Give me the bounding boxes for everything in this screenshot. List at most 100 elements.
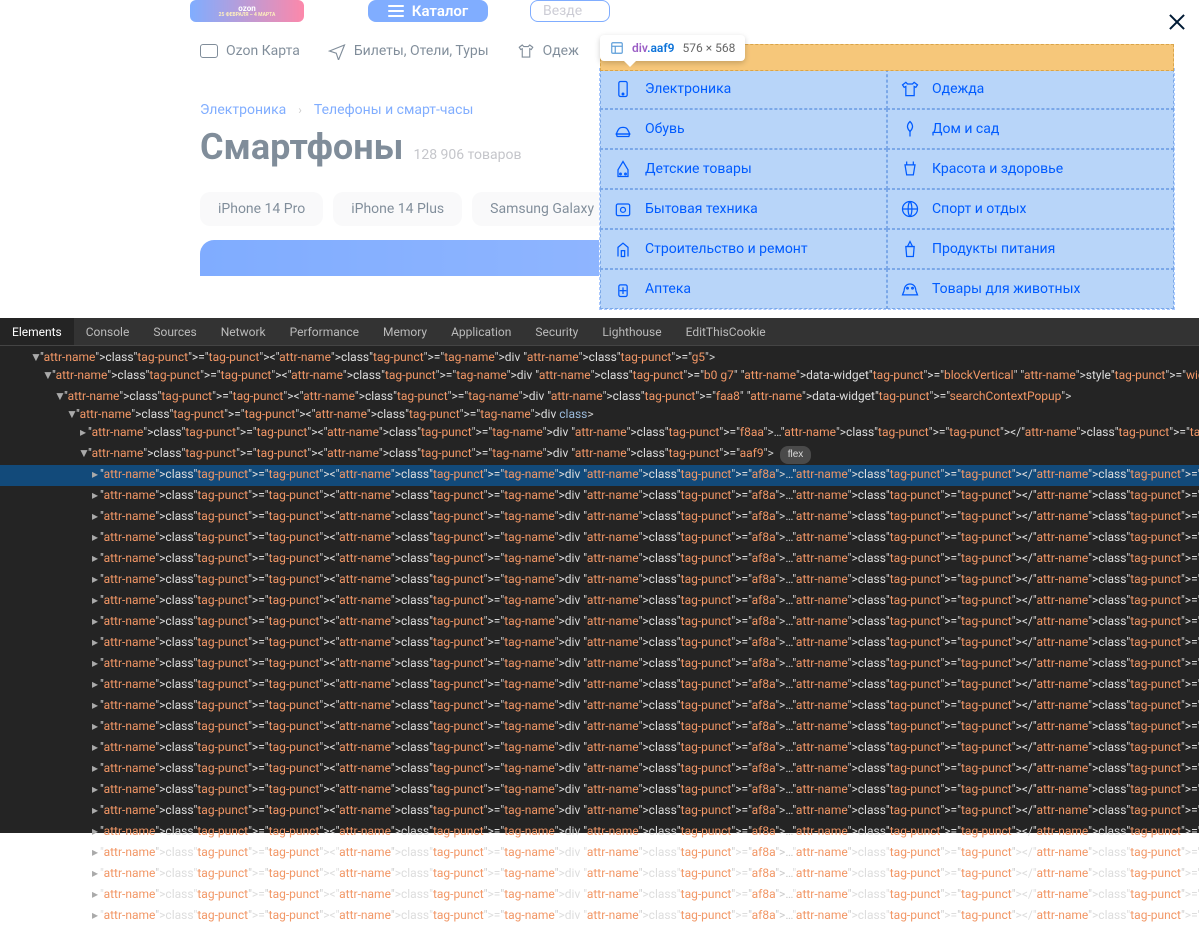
element-tree-row[interactable]: ▸"attr-name">class"tag-punct">="tag-punc… bbox=[0, 717, 1199, 738]
element-tree-row[interactable]: ▸"attr-name">class"tag-punct">="tag-punc… bbox=[0, 549, 1199, 570]
breadcrumb-link[interactable]: Электроника bbox=[200, 102, 286, 118]
category-item[interactable]: Детские товары bbox=[600, 149, 887, 189]
category-item[interactable]: Бытовая техника bbox=[600, 189, 887, 229]
expand-caret-icon[interactable]: ▸ bbox=[90, 508, 100, 524]
expand-caret-icon[interactable]: ▸ bbox=[90, 739, 100, 755]
filter-chip[interactable]: Samsung Galaxy bbox=[472, 192, 612, 226]
element-tree-row[interactable]: ▸"attr-name">class"tag-punct">="tag-punc… bbox=[0, 675, 1199, 696]
element-tree-row[interactable]: ▸"attr-name">class"tag-punct">="tag-punc… bbox=[0, 843, 1199, 864]
close-icon[interactable] bbox=[1167, 12, 1187, 32]
element-tree-row[interactable]: ▸"attr-name">class"tag-punct">="tag-punc… bbox=[0, 696, 1199, 717]
category-item[interactable]: Спорт и отдых bbox=[887, 189, 1174, 229]
category-item[interactable]: Продукты питания bbox=[887, 229, 1174, 269]
expand-caret-icon[interactable]: ▸ bbox=[90, 718, 100, 734]
element-tree-row[interactable]: ▸"attr-name">class"tag-punct">="tag-punc… bbox=[0, 906, 1199, 927]
category-label: Бытовая техника bbox=[645, 201, 758, 217]
expand-caret-icon[interactable]: ▸ bbox=[90, 886, 100, 902]
filter-chip[interactable]: iPhone 14 Pro bbox=[200, 192, 323, 226]
element-tree-row[interactable]: ▸"attr-name">class"tag-punct">="tag-punc… bbox=[0, 885, 1199, 906]
expand-caret-icon[interactable]: ▸ bbox=[90, 760, 100, 776]
filter-chip[interactable]: iPhone 14 Plus bbox=[333, 192, 462, 226]
element-tree-row[interactable]: ▸"attr-name">class"tag-punct">="tag-punc… bbox=[0, 465, 1199, 486]
category-item[interactable]: Строительство и ремонт bbox=[600, 229, 887, 269]
element-tree-row[interactable]: ▸"attr-name">class"tag-punct">="tag-punc… bbox=[0, 486, 1199, 507]
logo-subtext: 25 ФЕВРАЛЯ – 4 МАРТА bbox=[219, 13, 276, 18]
element-tree-row[interactable]: ▼"attr-name">class"tag-punct">="tag-punc… bbox=[0, 348, 1199, 366]
devtools-tab[interactable]: Sources bbox=[141, 318, 208, 345]
element-tree-row[interactable]: ▸"attr-name">class"tag-punct">="tag-punc… bbox=[0, 570, 1199, 591]
element-tree-row[interactable]: ▸"attr-name">class"tag-punct">="tag-punc… bbox=[0, 738, 1199, 759]
element-tree-row[interactable]: ▸"attr-name">class"tag-punct">="tag-punc… bbox=[0, 507, 1199, 528]
category-label: Спорт и отдых bbox=[932, 201, 1027, 217]
catalog-button[interactable]: Каталог bbox=[368, 0, 488, 22]
element-tree-row[interactable]: ▸"attr-name">class"tag-punct">="tag-punc… bbox=[0, 864, 1199, 885]
expand-caret-icon[interactable]: ▸ bbox=[90, 529, 100, 545]
nav-tickets[interactable]: Билеты, Отели, Туры bbox=[328, 42, 489, 60]
element-tree-row[interactable]: ▼"attr-name">class"tag-punct">="tag-punc… bbox=[0, 387, 1199, 405]
element-tree-row[interactable]: ▸"attr-name">class"tag-punct">="tag-punc… bbox=[0, 759, 1199, 780]
category-label: Продукты питания bbox=[932, 241, 1055, 257]
element-tree-row[interactable]: ▸"attr-name">class"tag-punct">="tag-punc… bbox=[0, 528, 1199, 549]
category-item[interactable]: Товары для животных bbox=[887, 269, 1174, 309]
expand-caret-icon[interactable]: ▸ bbox=[90, 802, 100, 818]
expand-caret-icon[interactable]: ▼ bbox=[42, 367, 52, 383]
category-item[interactable]: Электроника bbox=[600, 69, 887, 109]
category-item[interactable]: Аптека bbox=[600, 269, 887, 309]
category-item[interactable]: Красота и здоровье bbox=[887, 149, 1174, 189]
nav-ozon-card[interactable]: Ozon Карта bbox=[200, 43, 300, 59]
devtools-tab[interactable]: Network bbox=[209, 318, 278, 345]
devtools-tab[interactable]: Elements bbox=[0, 318, 74, 345]
expand-caret-icon[interactable]: ▸ bbox=[90, 487, 100, 503]
category-icon bbox=[900, 79, 920, 99]
element-tree-row[interactable]: ▸"attr-name">class"tag-punct">="tag-punc… bbox=[0, 591, 1199, 612]
expand-caret-icon[interactable]: ▸ bbox=[90, 781, 100, 797]
category-icon bbox=[900, 159, 920, 179]
elements-tree[interactable]: ▼"attr-name">class"tag-punct">="tag-punc… bbox=[0, 346, 1199, 929]
expand-caret-icon[interactable]: ▸ bbox=[90, 592, 100, 608]
nav-clothes[interactable]: Одеж bbox=[517, 42, 579, 60]
expand-caret-icon[interactable]: ▸ bbox=[90, 676, 100, 692]
element-tree-row[interactable]: ▸"attr-name">class"tag-punct">="tag-punc… bbox=[0, 612, 1199, 633]
element-tree-row[interactable]: ▸"attr-name">class"tag-punct">="tag-punc… bbox=[0, 654, 1199, 675]
nav-label: Ozon Карта bbox=[226, 43, 300, 59]
site-logo[interactable]: ozon 25 ФЕВРАЛЯ – 4 МАРТА bbox=[190, 0, 304, 22]
category-icon bbox=[613, 79, 633, 99]
devtools-tab[interactable]: EditThisCookie bbox=[674, 318, 778, 345]
card-icon bbox=[200, 44, 218, 58]
expand-caret-icon[interactable]: ▸ bbox=[90, 865, 100, 881]
element-tree-row[interactable]: ▸"attr-name">class"tag-punct">="tag-punc… bbox=[0, 780, 1199, 801]
expand-caret-icon[interactable]: ▸ bbox=[90, 571, 100, 587]
expand-caret-icon[interactable]: ▸ bbox=[90, 613, 100, 629]
category-item[interactable]: Дом и сад bbox=[887, 109, 1174, 149]
category-icon bbox=[613, 279, 633, 299]
expand-caret-icon[interactable]: ▸ bbox=[90, 823, 100, 839]
expand-caret-icon[interactable]: ▼ bbox=[78, 445, 88, 461]
expand-caret-icon[interactable]: ▸ bbox=[90, 907, 100, 923]
category-item[interactable]: Обувь bbox=[600, 109, 887, 149]
expand-caret-icon[interactable]: ▸ bbox=[78, 424, 88, 440]
expand-caret-icon[interactable]: ▼ bbox=[54, 388, 64, 404]
element-tree-row[interactable]: ▼"attr-name">class"tag-punct">="tag-punc… bbox=[0, 405, 1199, 423]
element-tree-row[interactable]: ▸"attr-name">class"tag-punct">="tag-punc… bbox=[0, 423, 1199, 444]
devtools-tab[interactable]: Console bbox=[74, 318, 142, 345]
element-tree-row[interactable]: ▼"attr-name">class"tag-punct">="tag-punc… bbox=[0, 444, 1199, 465]
element-tree-row[interactable]: ▸"attr-name">class"tag-punct">="tag-punc… bbox=[0, 801, 1199, 822]
devtools-tab[interactable]: Security bbox=[523, 318, 590, 345]
devtools-tab[interactable]: Lighthouse bbox=[590, 318, 673, 345]
expand-caret-icon[interactable]: ▸ bbox=[90, 844, 100, 860]
expand-caret-icon[interactable]: ▼ bbox=[66, 406, 76, 422]
element-tree-row[interactable]: ▼"attr-name">class"tag-punct">="tag-punc… bbox=[0, 366, 1199, 387]
breadcrumb-link[interactable]: Телефоны и смарт-часы bbox=[314, 102, 473, 118]
devtools-tab[interactable]: Application bbox=[439, 318, 523, 345]
devtools-tab[interactable]: Memory bbox=[371, 318, 439, 345]
expand-caret-icon[interactable]: ▸ bbox=[90, 697, 100, 713]
search-scope[interactable]: Везде bbox=[530, 0, 610, 22]
devtools-tab[interactable]: Performance bbox=[278, 318, 371, 345]
expand-caret-icon[interactable]: ▸ bbox=[90, 634, 100, 650]
expand-caret-icon[interactable]: ▸ bbox=[90, 466, 100, 482]
expand-caret-icon[interactable]: ▸ bbox=[90, 655, 100, 671]
expand-caret-icon[interactable]: ▸ bbox=[90, 550, 100, 566]
category-item[interactable]: Одежда bbox=[887, 69, 1174, 109]
expand-caret-icon[interactable]: ▼ bbox=[30, 349, 40, 365]
element-tree-row[interactable]: ▸"attr-name">class"tag-punct">="tag-punc… bbox=[0, 633, 1199, 654]
